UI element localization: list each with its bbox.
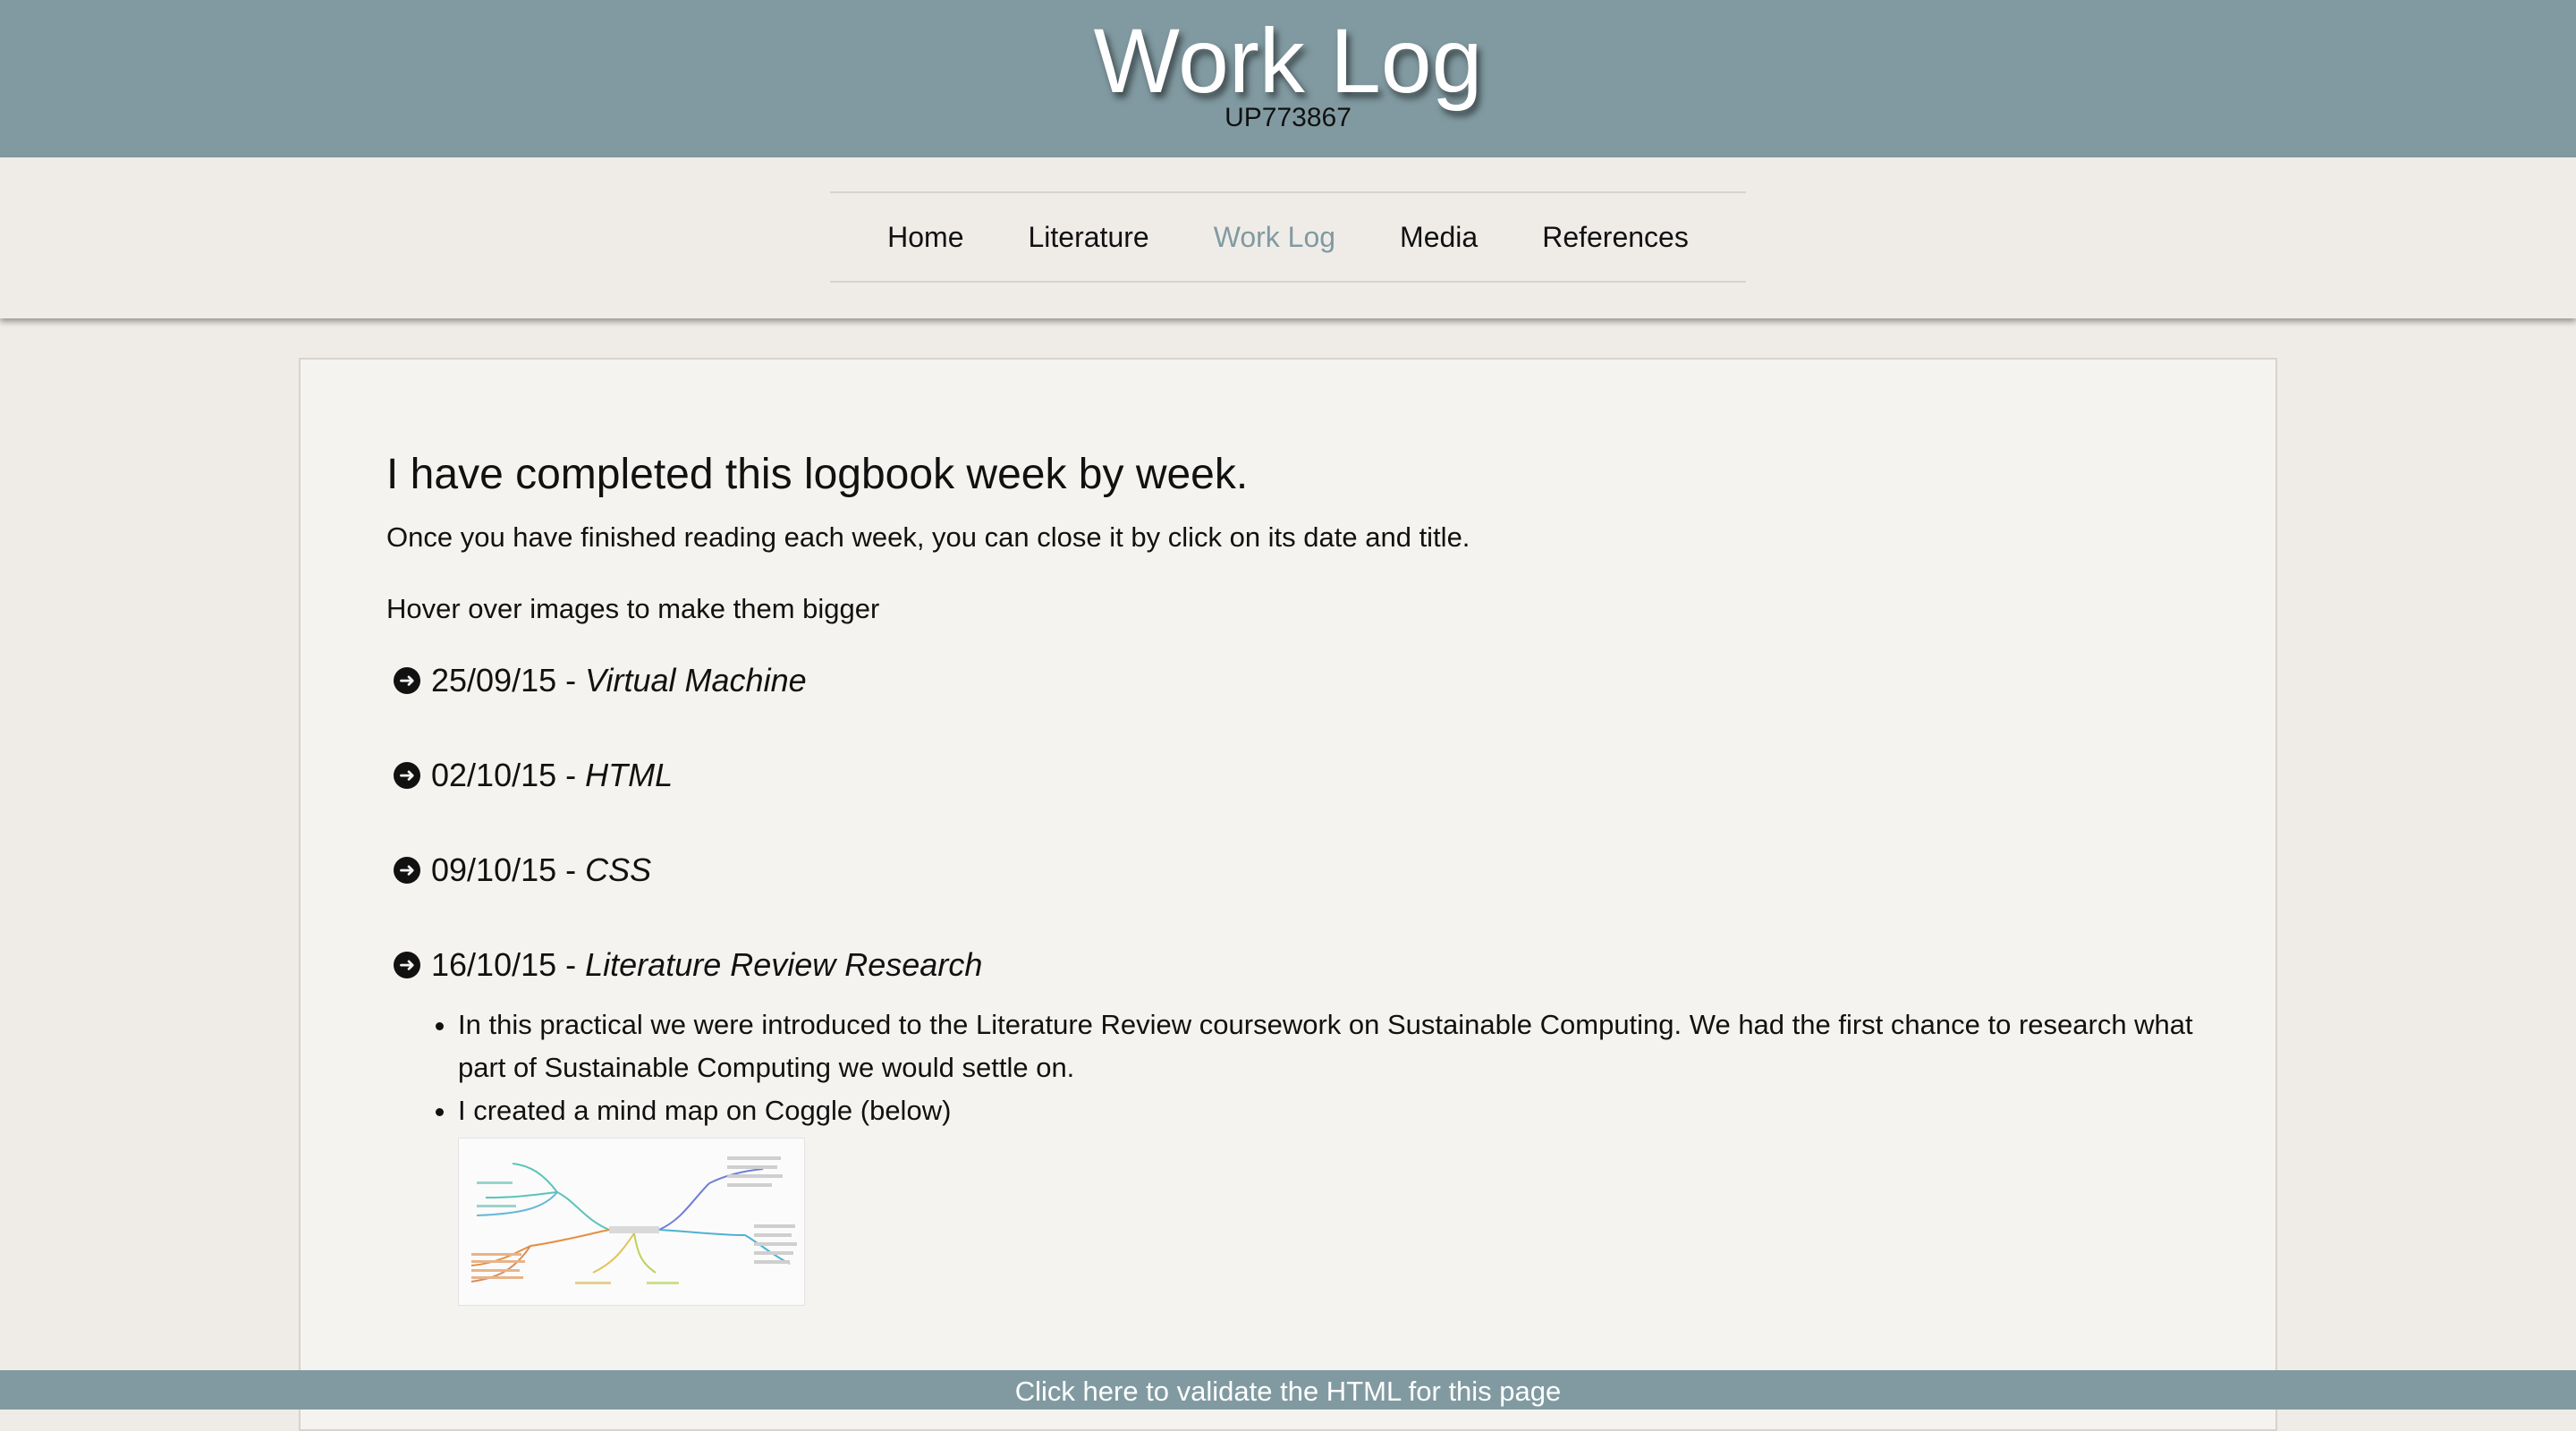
week-details-list: In this practical we were introduced to … bbox=[386, 1003, 2193, 1132]
list-item: I created a mind map on Coggle (below) bbox=[458, 1089, 2193, 1132]
arrow-circle-right-icon: ➜ bbox=[394, 857, 420, 884]
week-separator: - bbox=[565, 946, 577, 983]
week-title: Literature Review Research bbox=[585, 946, 983, 983]
site-header: Work Log UP773867 bbox=[0, 0, 2576, 157]
nav-list: Home Literature Work Log Media Reference… bbox=[830, 191, 1746, 283]
week-date: 16/10/15 bbox=[431, 946, 557, 983]
site-subtitle: UP773867 bbox=[1224, 103, 1352, 132]
mind-map-thumbnail[interactable] bbox=[458, 1138, 805, 1306]
arrow-circle-right-icon: ➜ bbox=[394, 667, 420, 694]
nav-home[interactable]: Home bbox=[887, 221, 963, 254]
nav-literature[interactable]: Literature bbox=[1029, 221, 1149, 254]
week-title: HTML bbox=[585, 757, 674, 793]
week-toggle-literature-review-research[interactable]: ➜ 16/10/15 - Literature Review Research bbox=[386, 943, 2193, 987]
content-card: I have completed this logbook week by we… bbox=[299, 358, 2277, 1431]
nav-references[interactable]: References bbox=[1542, 221, 1689, 254]
week-title: CSS bbox=[585, 851, 652, 888]
week-date: 09/10/15 bbox=[431, 851, 557, 888]
week-date: 02/10/15 bbox=[431, 757, 557, 793]
week-toggle-virtual-machine[interactable]: ➜ 25/09/15 - Virtual Machine bbox=[386, 658, 2193, 703]
list-item: In this practical we were introduced to … bbox=[458, 1003, 2193, 1089]
week-toggle-css[interactable]: ➜ 09/10/15 - CSS bbox=[386, 848, 2193, 893]
week-list: ➜ 25/09/15 - Virtual Machine ➜ 02/10/15 … bbox=[386, 658, 2193, 1306]
week-separator: - bbox=[565, 757, 577, 793]
hover-hint-paragraph: Hover over images to make them bigger bbox=[386, 593, 880, 624]
content-inner: I have completed this logbook week by we… bbox=[386, 447, 2193, 1306]
week-toggle-html[interactable]: ➜ 02/10/15 - HTML bbox=[386, 753, 2193, 798]
arrow-circle-right-icon: ➜ bbox=[394, 762, 420, 789]
intro-paragraph: Once you have finished reading each week… bbox=[386, 521, 1470, 553]
week-date: 25/09/15 bbox=[431, 662, 557, 699]
main-navbar: Home Literature Work Log Media Reference… bbox=[0, 157, 2576, 318]
week-separator: - bbox=[565, 662, 577, 699]
intro-heading: I have completed this logbook week by we… bbox=[386, 451, 1249, 498]
mind-map-image bbox=[459, 1139, 804, 1305]
nav-media[interactable]: Media bbox=[1400, 221, 1478, 254]
site-footer: Click here to validate the HTML for this… bbox=[0, 1370, 2576, 1410]
site-title: Work Log bbox=[1093, 10, 1483, 112]
arrow-circle-right-icon: ➜ bbox=[394, 952, 420, 978]
validate-html-link[interactable]: Click here to validate the HTML for this… bbox=[1015, 1372, 1562, 1411]
week-separator: - bbox=[565, 851, 577, 888]
nav-work-log[interactable]: Work Log bbox=[1214, 221, 1335, 254]
week-title: Virtual Machine bbox=[585, 662, 807, 699]
